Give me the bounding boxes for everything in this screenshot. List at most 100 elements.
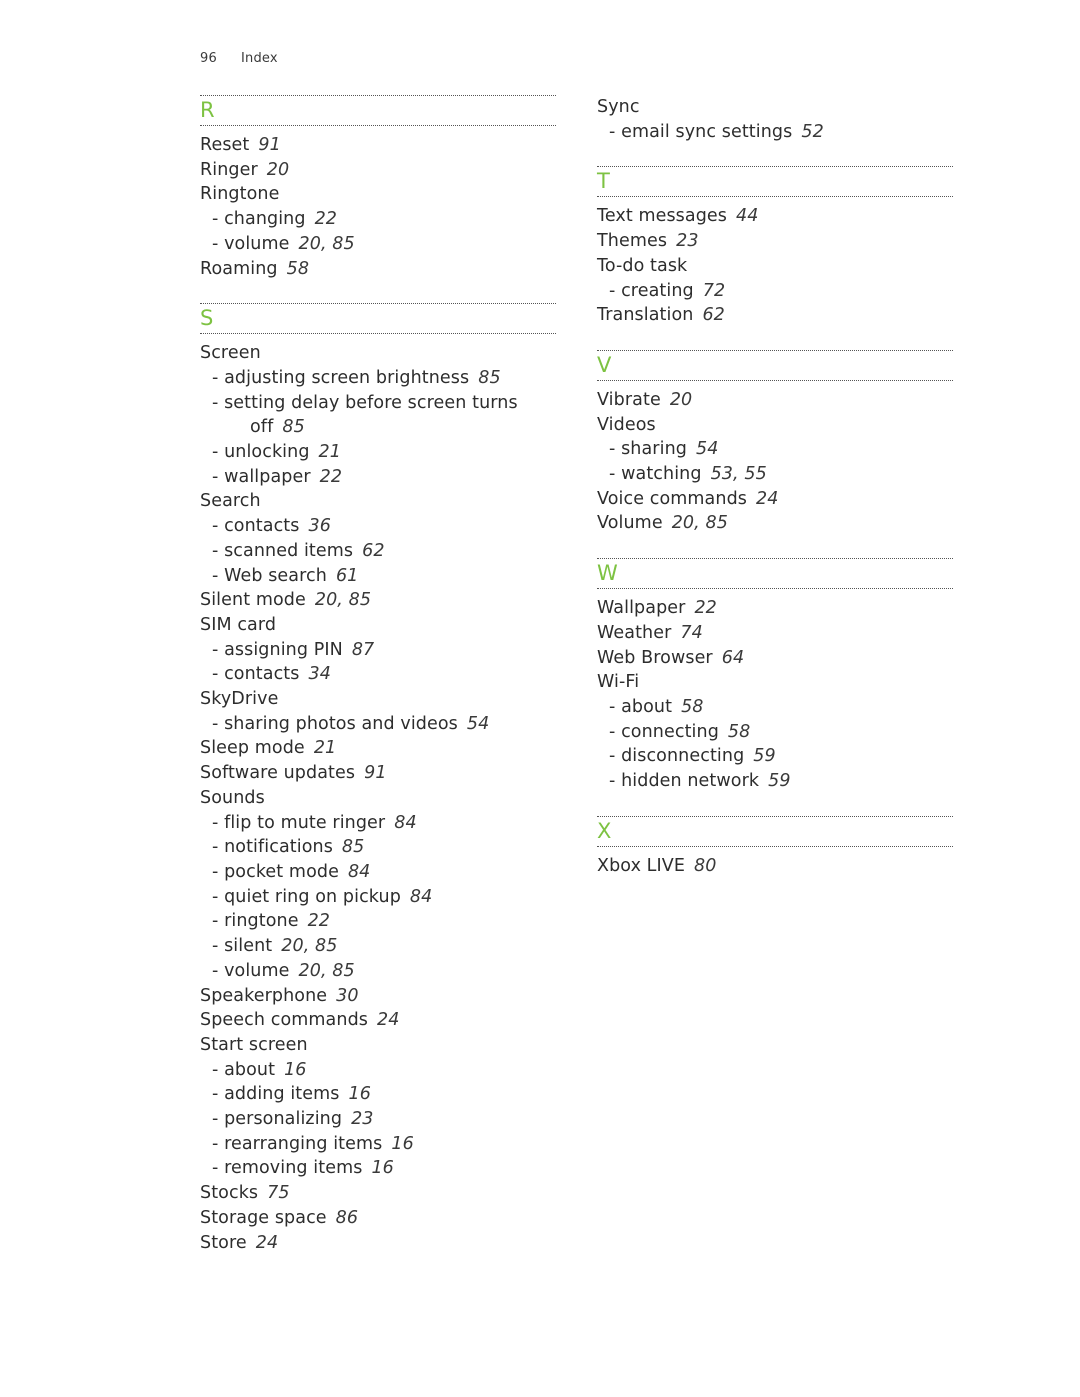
- index-term: - assigning PIN: [212, 639, 343, 660]
- page-reference[interactable]: 20, 85: [299, 234, 355, 254]
- page-reference[interactable]: 91: [364, 763, 386, 783]
- page-reference[interactable]: 62: [702, 305, 724, 325]
- section-header-t: T: [597, 166, 953, 198]
- page-reference[interactable]: 21: [319, 442, 341, 462]
- index-subentry: - rearranging items 16: [200, 1132, 556, 1157]
- index-subentry: - Web search 61: [200, 564, 556, 589]
- page-reference[interactable]: 86: [336, 1208, 358, 1228]
- page-reference[interactable]: 54: [467, 714, 489, 734]
- page-reference[interactable]: 22: [694, 598, 716, 618]
- page-reference[interactable]: 85: [478, 368, 500, 388]
- page-reference[interactable]: 58: [728, 722, 750, 742]
- page-reference[interactable]: 23: [351, 1109, 373, 1129]
- index-term: - contacts: [212, 664, 300, 685]
- page-reference[interactable]: 20, 85: [315, 590, 371, 610]
- page-reference[interactable]: 20, 85: [299, 961, 355, 981]
- page-reference[interactable]: 30: [336, 986, 358, 1006]
- page-reference[interactable]: 75: [267, 1183, 289, 1203]
- page-reference[interactable]: 54: [696, 439, 718, 459]
- index-term: - sharing photos and videos: [212, 713, 458, 734]
- index-term: Volume: [597, 513, 663, 534]
- index-term: - pocket mode: [212, 861, 339, 882]
- index-subentry: - notifications 85: [200, 835, 556, 860]
- page-reference[interactable]: 62: [362, 541, 384, 561]
- index-subentry: - volume 20, 85: [200, 232, 556, 257]
- page-number: 96: [200, 51, 217, 66]
- page-reference[interactable]: 23: [676, 231, 698, 251]
- index-entry: Screen: [200, 341, 556, 366]
- page-reference[interactable]: 59: [753, 746, 775, 766]
- index-entry: Vibrate 20: [597, 388, 953, 413]
- section-letter: S: [200, 306, 214, 331]
- index-entry: Sleep mode 21: [200, 736, 556, 761]
- index-term: Silent mode: [200, 590, 306, 611]
- page-reference[interactable]: 16: [284, 1060, 306, 1080]
- index-term: SkyDrive: [200, 689, 279, 710]
- page-reference[interactable]: 74: [680, 623, 702, 643]
- index-term: - rearranging items: [212, 1133, 383, 1154]
- page-reference[interactable]: 20: [267, 160, 289, 180]
- index-subentry: - removing items 16: [200, 1156, 556, 1181]
- page-reference[interactable]: 84: [410, 887, 432, 907]
- index-subentry: - creating 72: [597, 279, 953, 304]
- index-entry: Translation 62: [597, 303, 953, 328]
- page-reference[interactable]: 21: [314, 738, 336, 758]
- page-reference[interactable]: 64: [722, 648, 744, 668]
- page-reference[interactable]: 72: [703, 281, 725, 301]
- page-reference[interactable]: 16: [371, 1158, 393, 1178]
- index-subentry: - volume 20, 85: [200, 959, 556, 984]
- page-reference[interactable]: 84: [348, 862, 370, 882]
- index-term-continuation: off 85: [212, 415, 556, 440]
- page-reference[interactable]: 24: [756, 489, 778, 509]
- page-reference[interactable]: 20, 85: [672, 513, 728, 533]
- page-reference[interactable]: 59: [768, 771, 790, 791]
- index-entry: Voice commands 24: [597, 487, 953, 512]
- index-term: Themes: [597, 231, 668, 252]
- index-term: Speakerphone: [200, 985, 328, 1006]
- index-term: - volume: [212, 960, 290, 981]
- page-reference[interactable]: 84: [394, 813, 416, 833]
- page-reference[interactable]: 22: [308, 911, 330, 931]
- page-reference[interactable]: 24: [256, 1233, 278, 1253]
- page-reference[interactable]: 80: [694, 856, 716, 876]
- page-reference[interactable]: 16: [349, 1084, 371, 1104]
- page-reference[interactable]: 44: [736, 206, 758, 226]
- page-reference[interactable]: 61: [336, 566, 358, 586]
- index-subentry: - silent 20, 85: [200, 934, 556, 959]
- page-reference[interactable]: 58: [681, 697, 703, 717]
- index-term: Text messages: [597, 206, 728, 227]
- index-term: To-do task: [597, 255, 688, 276]
- page-reference[interactable]: 22: [320, 467, 342, 487]
- page-reference[interactable]: 85: [282, 417, 304, 437]
- page-reference[interactable]: 36: [308, 516, 330, 536]
- index-term: Software updates: [200, 763, 356, 784]
- page-reference[interactable]: 16: [391, 1134, 413, 1154]
- page-reference[interactable]: 34: [308, 664, 330, 684]
- page-reference[interactable]: 53, 55: [711, 464, 767, 484]
- page-reference[interactable]: 52: [801, 122, 823, 142]
- index-term: - changing: [212, 209, 306, 230]
- page-reference[interactable]: 20: [670, 390, 692, 410]
- index-entry: Storage space 86: [200, 1206, 556, 1231]
- index-subentry: - assigning PIN 87: [200, 638, 556, 663]
- index-entry: Stocks 75: [200, 1181, 556, 1206]
- page-reference[interactable]: 58: [287, 259, 309, 279]
- index-term: - about: [212, 1059, 276, 1080]
- index-term: Xbox LIVE: [597, 855, 686, 876]
- index-term: - setting delay before screen turns: [212, 392, 518, 413]
- index-subentry: - adding items 16: [200, 1082, 556, 1107]
- index-term: - about: [609, 696, 673, 717]
- page-reference[interactable]: 91: [258, 135, 280, 155]
- page-reference[interactable]: 87: [352, 640, 374, 660]
- index-term: - watching: [609, 464, 702, 485]
- index-entry: Ringtone: [200, 182, 556, 207]
- page-reference[interactable]: 22: [315, 209, 337, 229]
- page-reference[interactable]: 24: [377, 1010, 399, 1030]
- page-reference[interactable]: 85: [342, 837, 364, 857]
- index-term: - quiet ring on pickup: [212, 886, 401, 907]
- section-letter: X: [597, 818, 612, 843]
- page-reference[interactable]: 20, 85: [281, 936, 337, 956]
- index-entry: SIM card: [200, 613, 556, 638]
- index-entry: Reset 91: [200, 133, 556, 158]
- index-column-left: R Reset 91 Ringer 20 Ringtone - changing 22- vo…: [200, 95, 556, 1255]
